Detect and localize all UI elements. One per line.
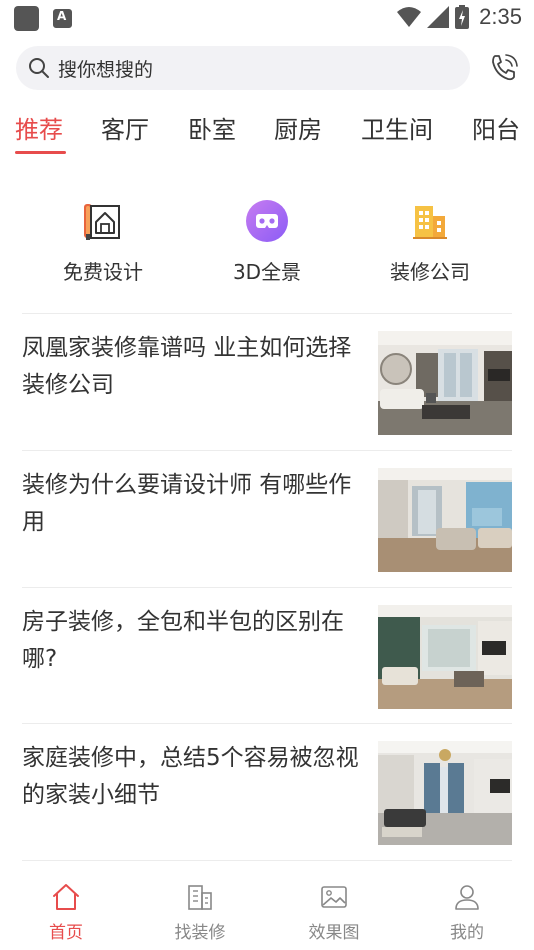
building-outline-icon: [188, 885, 212, 910]
home-icon: [53, 884, 79, 910]
building-icon: [413, 206, 447, 239]
article-title: 凤凰家装修靠谱吗 业主如何选择装修公司: [22, 335, 352, 398]
user-icon: [455, 885, 479, 910]
app-a-icon: [53, 9, 72, 28]
quick-label: 免费设计: [63, 260, 143, 284]
nav-label: 找装修: [174, 923, 226, 943]
category-tabs: 推荐 客厅 卧室 厨房 卫生间 阳台: [0, 104, 534, 160]
article-item[interactable]: 房子装修，全包和半包的区别在哪?: [22, 588, 512, 725]
quick-label: 装修公司: [390, 260, 470, 284]
search-icon: [29, 58, 49, 78]
nav-label: 效果图: [308, 923, 360, 943]
article-thumbnail: [378, 605, 512, 709]
search-input[interactable]: 搜你想搜的: [16, 46, 470, 90]
vr-goggles-icon: [246, 200, 288, 242]
quick-3d-panorama[interactable]: 3D全景: [182, 200, 352, 285]
tab-bathroom[interactable]: 卫生间: [361, 110, 433, 145]
article-title: 家庭装修中，总结5个容易被忽视的家装小细节: [22, 745, 359, 808]
nav-find-decoration[interactable]: 找装修: [145, 882, 255, 943]
status-time: 2:35: [479, 4, 522, 29]
article-title: 房子装修，全包和半包的区别在哪?: [22, 609, 344, 672]
tab-kitchen[interactable]: 厨房: [274, 110, 322, 145]
divider: [22, 860, 512, 861]
tab-bedroom[interactable]: 卧室: [188, 110, 236, 145]
quick-decoration-company[interactable]: 装修公司: [345, 200, 515, 285]
article-title: 装修为什么要请设计师 有哪些作用: [22, 472, 352, 535]
tab-recommend[interactable]: 推荐: [15, 110, 63, 145]
signal-icon: [427, 6, 450, 28]
nav-profile[interactable]: 我的: [412, 882, 522, 943]
notification-icon: [14, 6, 39, 31]
nav-label: 我的: [450, 923, 484, 943]
quick-label: 3D全景: [232, 260, 302, 284]
article-thumbnail: [378, 331, 512, 435]
tab-balcony[interactable]: 阳台: [472, 110, 520, 145]
nav-label: 首页: [49, 923, 83, 943]
article-thumbnail: [378, 468, 512, 572]
phone-call-icon[interactable]: [488, 52, 520, 84]
tab-active-indicator: [15, 151, 66, 154]
bottom-nav: 首页 找装修 效果图 我的: [0, 870, 534, 950]
article-thumbnail: [378, 741, 512, 845]
blueprint-house-icon: [84, 204, 120, 240]
nav-renderings[interactable]: 效果图: [279, 882, 389, 943]
article-item[interactable]: 凤凰家装修靠谱吗 业主如何选择装修公司: [22, 314, 512, 451]
wifi-icon: [397, 7, 422, 27]
image-icon: [321, 886, 347, 908]
status-bar: 2:35: [0, 0, 534, 36]
status-left: [14, 6, 72, 31]
quick-free-design[interactable]: 免费设计: [18, 200, 188, 285]
article-item[interactable]: 装修为什么要请设计师 有哪些作用: [22, 451, 512, 588]
status-right: 2:35: [397, 4, 522, 30]
tab-living-room[interactable]: 客厅: [101, 110, 149, 145]
article-item[interactable]: 家庭装修中，总结5个容易被忽视的家装小细节: [22, 724, 512, 861]
battery-icon: [455, 5, 470, 29]
search-placeholder: 搜你想搜的: [58, 58, 154, 81]
nav-home[interactable]: 首页: [11, 882, 121, 943]
